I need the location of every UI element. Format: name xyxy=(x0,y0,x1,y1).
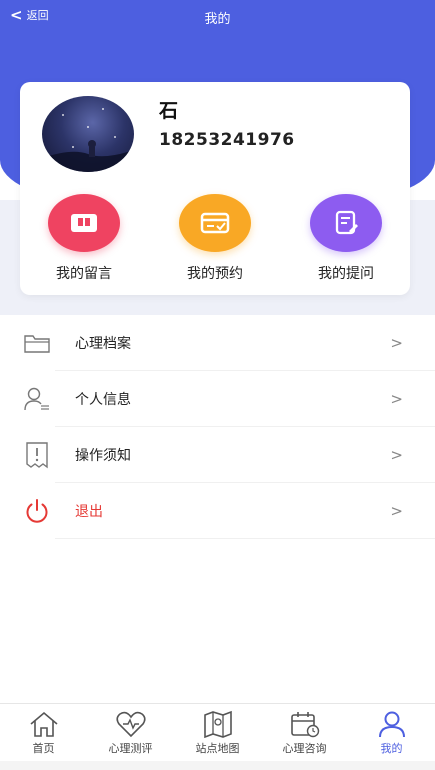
user-name: 石 xyxy=(159,100,179,122)
heart-pulse-icon xyxy=(114,709,148,739)
tab-consultation[interactable]: 心理咨询 xyxy=(261,704,348,761)
avatar[interactable] xyxy=(42,96,134,172)
chevron-right-icon: > xyxy=(390,502,403,520)
tab-label: 首页 xyxy=(32,742,55,755)
action-label: 我的预约 xyxy=(187,266,243,282)
notice-icon xyxy=(22,440,52,470)
menu-item-operation-notice[interactable]: 操作须知 > xyxy=(0,427,435,483)
menu-item-personal-info[interactable]: 个人信息 > xyxy=(0,371,435,427)
user-icon xyxy=(375,709,409,739)
my-messages-button[interactable]: 我的留言 xyxy=(34,194,134,283)
top-bar: < 返回 我的 xyxy=(0,0,435,34)
action-label: 我的留言 xyxy=(56,266,112,282)
tab-home[interactable]: 首页 xyxy=(0,704,87,761)
profile-card: 石 18253241976 我的留言 我的预约 我的提问 xyxy=(20,82,410,295)
action-label: 我的提问 xyxy=(318,266,374,282)
appointment-card-icon xyxy=(179,194,251,252)
bottom-tab-bar: 首页 心理测评 站点地图 心理咨询 我的 xyxy=(0,703,435,761)
tab-site-map[interactable]: 站点地图 xyxy=(174,704,261,761)
divider xyxy=(55,538,435,539)
menu-item-label: 个人信息 xyxy=(75,392,131,408)
calendar-clock-icon xyxy=(288,709,322,739)
tab-mine[interactable]: 我的 xyxy=(348,704,435,761)
message-box-icon xyxy=(48,194,120,252)
menu-item-logout[interactable]: 退出 > xyxy=(0,483,435,539)
folder-icon xyxy=(22,328,52,358)
question-edit-icon xyxy=(310,194,382,252)
user-phone: 18253241976 xyxy=(159,130,295,150)
page-title: 我的 xyxy=(204,11,231,27)
tab-assessment[interactable]: 心理测评 xyxy=(87,704,174,761)
chevron-right-icon: > xyxy=(390,390,403,408)
user-info-icon xyxy=(22,384,52,414)
tab-label: 心理测评 xyxy=(108,742,153,755)
settings-menu: 心理档案 > 个人信息 > 操作须知 > 退出 > xyxy=(0,315,435,539)
menu-item-psych-record[interactable]: 心理档案 > xyxy=(0,315,435,371)
map-icon xyxy=(201,709,235,739)
back-label: 返回 xyxy=(26,9,49,22)
my-appointments-button[interactable]: 我的预约 xyxy=(165,194,265,283)
tab-label: 心理咨询 xyxy=(282,742,327,755)
bottom-edge xyxy=(0,761,435,770)
chevron-right-icon: > xyxy=(390,334,403,352)
chevron-left-icon: < xyxy=(10,5,23,24)
tab-label: 我的 xyxy=(380,742,403,755)
my-questions-button[interactable]: 我的提问 xyxy=(296,194,396,283)
chevron-right-icon: > xyxy=(390,446,403,464)
home-icon xyxy=(27,709,61,739)
back-button[interactable]: < 返回 xyxy=(10,7,49,23)
menu-item-label: 退出 xyxy=(75,504,103,520)
menu-item-label: 心理档案 xyxy=(75,336,131,352)
tab-label: 站点地图 xyxy=(195,742,240,755)
menu-item-label: 操作须知 xyxy=(75,448,131,464)
power-icon xyxy=(22,496,52,526)
